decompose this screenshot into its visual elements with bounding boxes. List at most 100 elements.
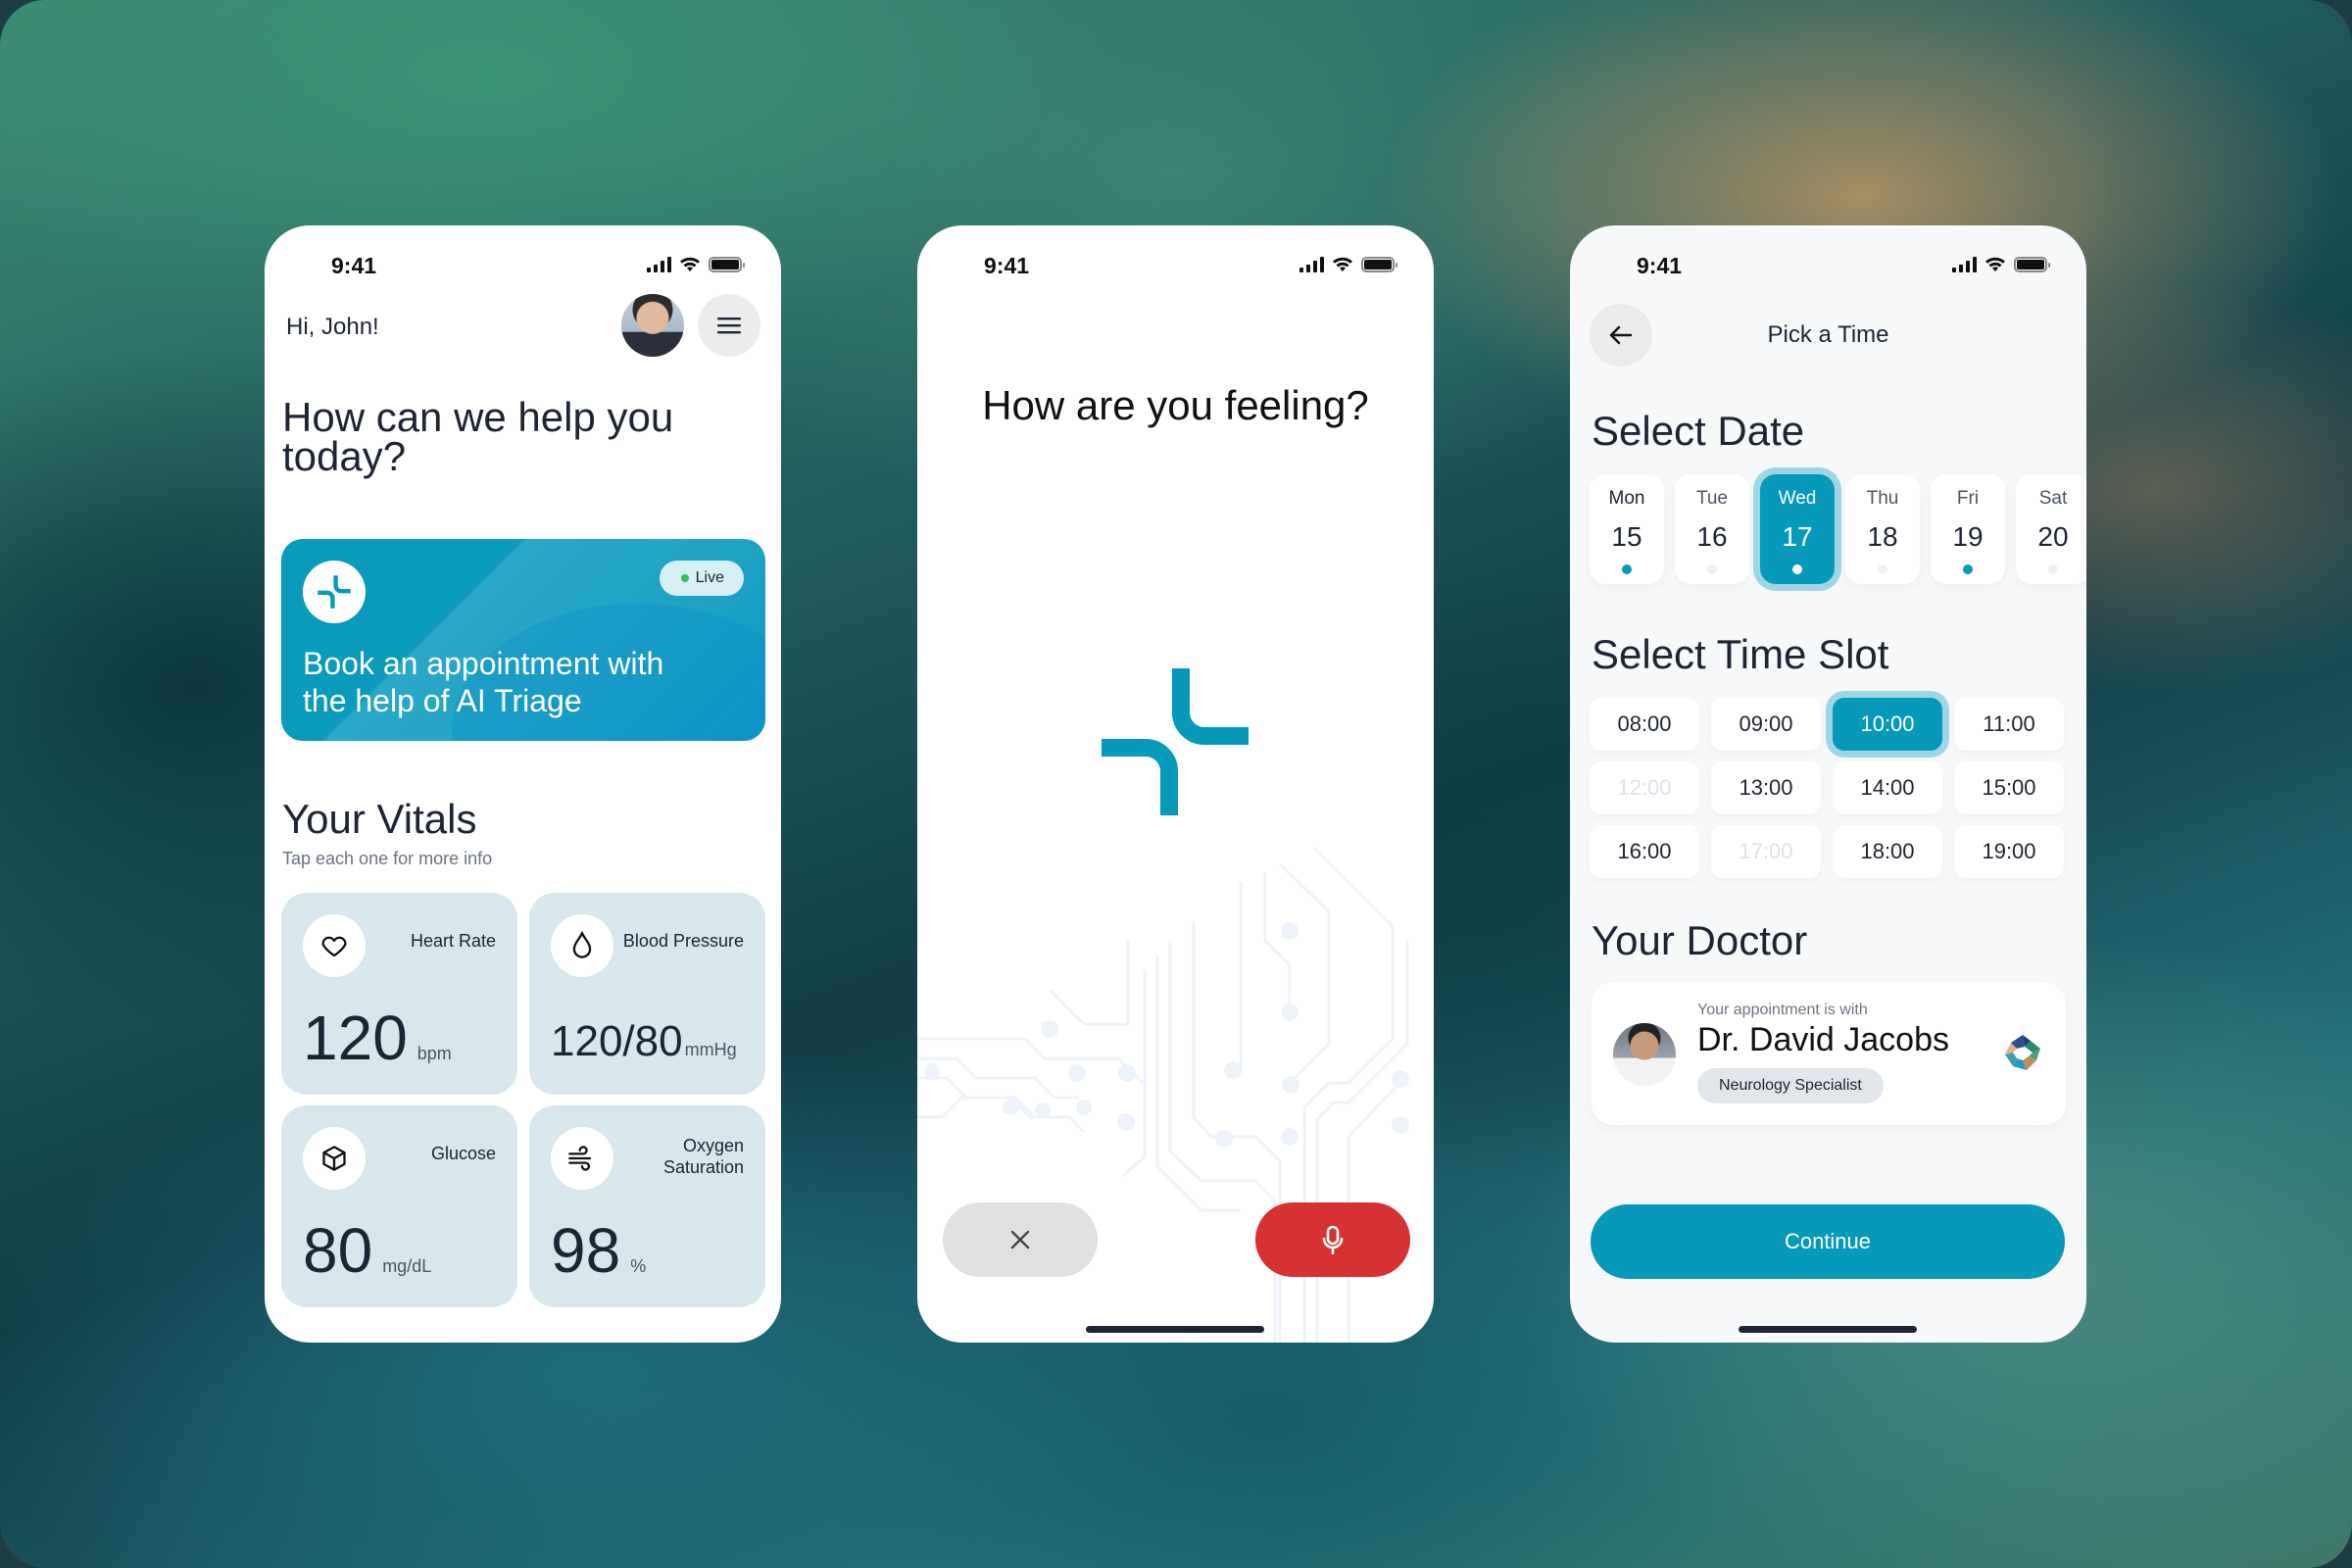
date-day: Wed (1778, 488, 1817, 509)
date-picker: Mon 15 Tue 16 Wed 17 Thu 18 Fri 19 Sat 20 (1590, 474, 2086, 584)
menu-button[interactable] (698, 294, 760, 357)
your-doctor-heading: Your Doctor (1592, 917, 1808, 963)
select-date-heading: Select Date (1592, 408, 1805, 454)
close-icon (1010, 1230, 1030, 1250)
continue-button[interactable]: Continue (1591, 1204, 2065, 1279)
date-option[interactable]: Thu 18 (1845, 474, 1920, 584)
time-slot[interactable]: 16:00 (1590, 825, 1699, 878)
user-avatar[interactable] (621, 294, 684, 357)
live-badge: Live (659, 561, 744, 596)
wifi-icon (1985, 257, 2005, 271)
date-option-selected[interactable]: Wed 17 (1760, 474, 1835, 584)
cancel-button[interactable] (943, 1202, 1098, 1277)
brand-cross-icon (318, 575, 351, 609)
ai-card-text: Book an appointment with the help of AI … (303, 646, 664, 718)
status-time: 9:41 (331, 253, 377, 278)
vital-label: Heart Rate (410, 931, 496, 951)
vital-icon-wrap (303, 914, 366, 977)
phone-home-screen: 9:41 Hi, John! How can we help you today… (265, 225, 781, 1343)
date-day: Thu (1866, 488, 1899, 509)
time-slot[interactable]: 09:00 (1711, 698, 1821, 751)
specialty-badge: Neurology Specialist (1697, 1068, 1884, 1103)
droplet-icon (572, 931, 592, 958)
date-option[interactable]: Sat 20 (2016, 474, 2086, 584)
battery-icon (709, 257, 745, 272)
availability-dot (1878, 564, 1887, 574)
date-option[interactable]: Tue 16 (1675, 474, 1749, 584)
date-option[interactable]: Mon 15 (1590, 474, 1664, 584)
cellular-signal-icon (1952, 257, 1977, 272)
home-indicator (1739, 1326, 1917, 1333)
hamburger-menu-icon (717, 318, 741, 334)
date-number: 20 (2037, 521, 2069, 552)
time-slot-grid: 08:00 09:00 10:00 11:00 12:00 13:00 14:0… (1590, 698, 2064, 878)
status-time: 9:41 (1637, 253, 1683, 278)
time-slot[interactable]: 14:00 (1833, 761, 1942, 814)
doctor-name: Dr. David Jacobs (1697, 1021, 1949, 1058)
availability-dot (1622, 564, 1632, 574)
wifi-icon (680, 257, 700, 271)
date-day: Mon (1608, 488, 1645, 509)
time-slot[interactable]: 11:00 (1954, 698, 2064, 751)
availability-dot (2048, 564, 2058, 574)
vital-label: Blood Pressure (622, 931, 744, 951)
date-day: Fri (1956, 488, 1980, 509)
vitals-heading: Your Vitals (282, 796, 477, 842)
ai-logo-badge (303, 561, 366, 623)
vital-card-heart-rate[interactable]: Heart Rate 120 bpm (281, 893, 517, 1095)
vital-card-glucose[interactable]: Glucose 80 mg/dL (281, 1105, 517, 1307)
time-slot[interactable]: 15:00 (1954, 761, 2064, 814)
wind-icon (568, 1146, 592, 1171)
date-number: 19 (1952, 521, 1984, 552)
brand-cross-icon (1102, 668, 1249, 815)
vital-card-oxygen-saturation[interactable]: Oxygen Saturation 98% (529, 1105, 765, 1307)
time-slot[interactable]: 13:00 (1711, 761, 1821, 814)
select-time-heading: Select Time Slot (1592, 631, 1889, 677)
cellular-signal-icon (1299, 257, 1324, 272)
doctor-intro: Your appointment is with (1697, 1002, 1868, 1018)
vital-label: Glucose (430, 1144, 496, 1163)
microphone-icon (1322, 1225, 1344, 1254)
microphone-button[interactable] (1255, 1202, 1410, 1277)
vital-value: 80 (303, 1215, 373, 1286)
doctor-avatar (1613, 1023, 1676, 1086)
vitals-subtitle: Tap each one for more info (282, 849, 493, 868)
voice-question: How are you feeling? (982, 382, 1369, 428)
date-option[interactable]: Fri 19 (1931, 474, 2005, 584)
date-day: Sat (2038, 488, 2068, 509)
doctor-card[interactable]: Your appointment is with Dr. David Jacob… (1592, 982, 2066, 1125)
vital-unit: bpm (416, 1044, 452, 1063)
availability-dot (1707, 564, 1717, 574)
phone-booking-screen: 9:41 Pick a Time Select Date Mon 15 Tue 16… (1570, 225, 2086, 1343)
heart-icon (321, 936, 347, 957)
page-headline: How can we help you today? (282, 394, 674, 479)
vital-card-blood-pressure[interactable]: Blood Pressure 120/80 mmHg (529, 893, 765, 1095)
vital-unit: mmHg (684, 1040, 737, 1059)
battery-icon (2014, 257, 2050, 272)
date-number: 16 (1696, 521, 1728, 552)
time-slot-selected[interactable]: 10:00 (1833, 698, 1942, 751)
time-slot[interactable]: 08:00 (1590, 698, 1699, 751)
status-bar: 9:41 (1570, 251, 2086, 280)
greeting-text: Hi, John! (286, 314, 379, 340)
date-number: 18 (1867, 521, 1898, 552)
vital-icon-wrap (303, 1127, 366, 1190)
time-slot-disabled: 17:00 (1711, 825, 1821, 878)
availability-dot (1963, 564, 1973, 574)
time-slot[interactable]: 18:00 (1833, 825, 1942, 878)
live-badge-label: Live (695, 569, 724, 586)
time-slot[interactable]: 19:00 (1954, 825, 2064, 878)
vital-value: 120 (303, 1003, 408, 1073)
wifi-icon (1333, 257, 1352, 271)
time-slot-disabled: 12:00 (1590, 761, 1699, 814)
vital-unit: mg/dL (382, 1256, 432, 1276)
status-bar: 9:41 (917, 251, 1434, 280)
battery-icon (1361, 257, 1397, 272)
ai-triage-card[interactable]: Live Book an appointment with the help o… (281, 539, 765, 741)
vital-icon-wrap (551, 1127, 613, 1190)
vital-value: 98 (551, 1215, 621, 1286)
cellular-signal-icon (647, 257, 671, 272)
clinic-logo-icon (2005, 1035, 2040, 1070)
vital-value: 120/80 (551, 1017, 683, 1065)
availability-dot (1792, 564, 1802, 574)
